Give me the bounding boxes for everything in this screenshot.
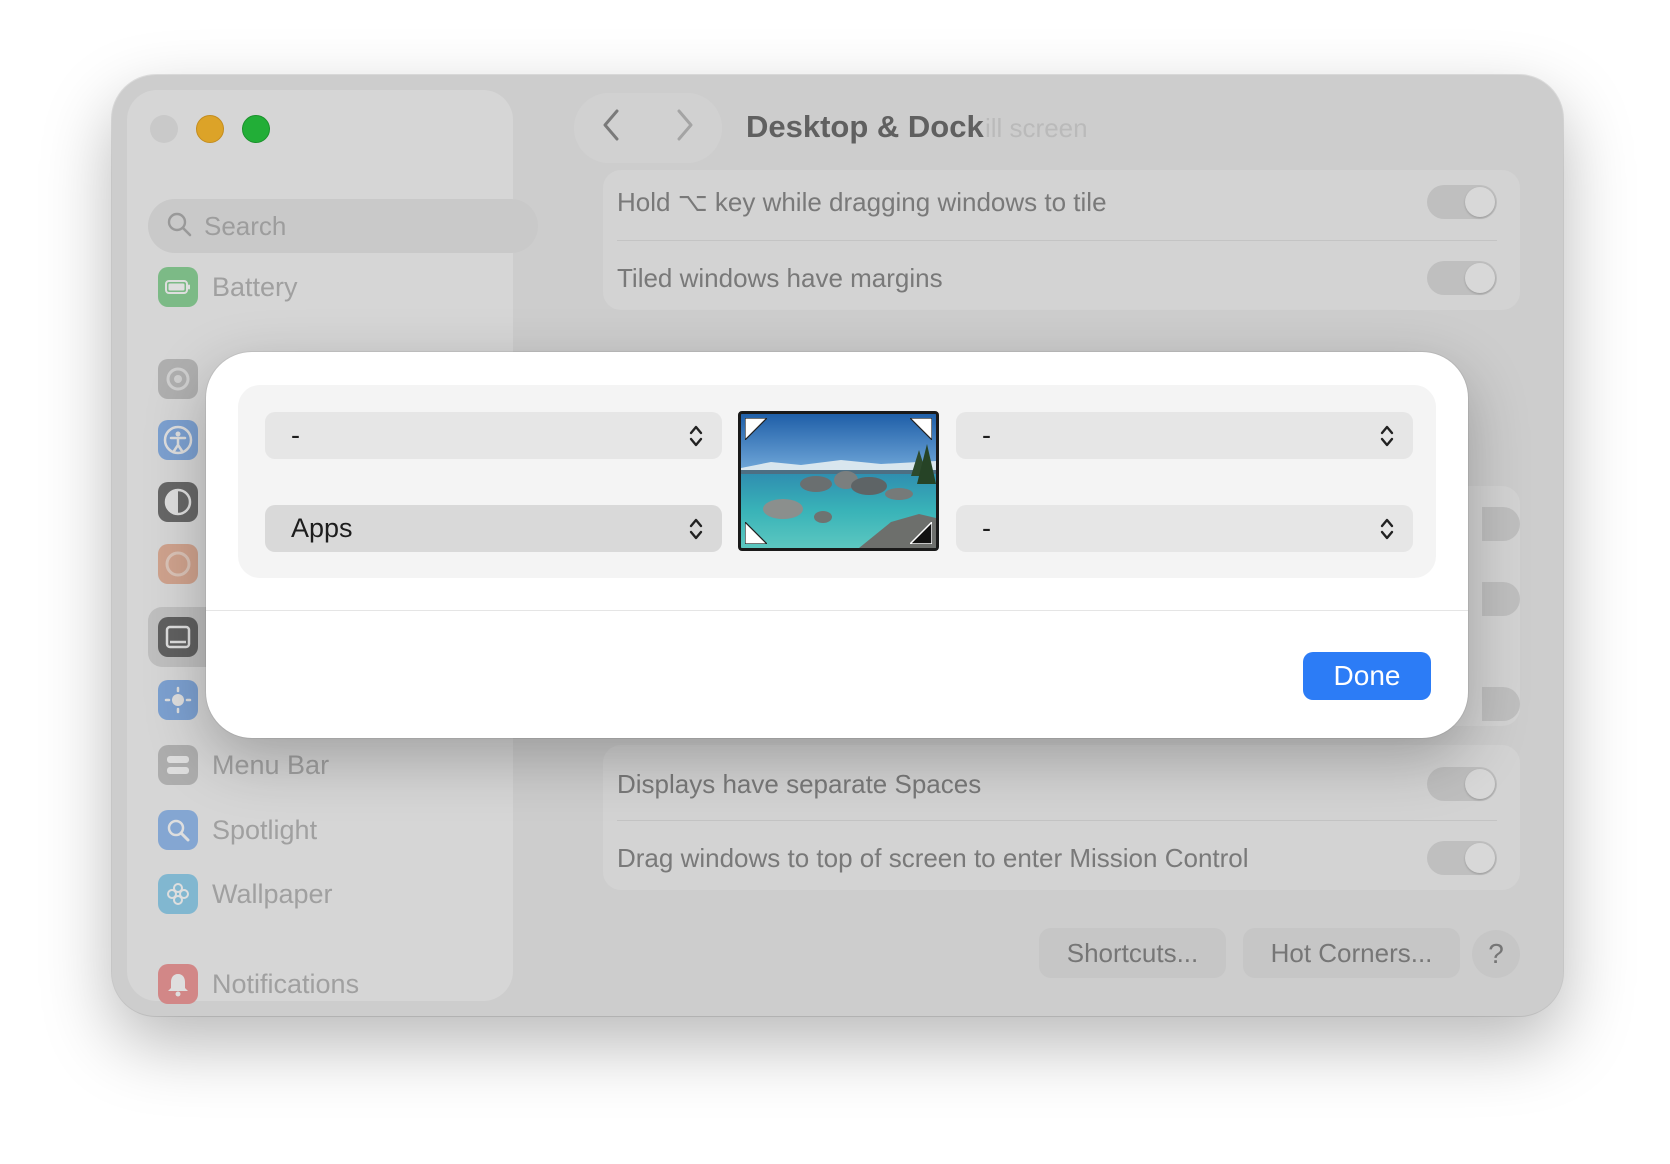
desktop-preview-image bbox=[738, 411, 939, 551]
popup-value: - bbox=[982, 513, 991, 543]
top-right-corner-popup[interactable]: - bbox=[956, 412, 1413, 459]
top-right-corner-marker-icon bbox=[910, 418, 932, 440]
top-left-corner-popup[interactable]: - bbox=[265, 412, 722, 459]
popup-value: - bbox=[982, 420, 991, 450]
top-left-corner-marker-icon bbox=[745, 418, 767, 440]
chevron-up-down-icon bbox=[688, 423, 704, 449]
sheet-divider bbox=[206, 610, 1468, 611]
chevron-up-down-icon bbox=[688, 516, 704, 542]
done-button[interactable]: Done bbox=[1303, 652, 1431, 700]
popup-value: - bbox=[291, 420, 300, 450]
wallpaper-thumbnail bbox=[741, 414, 936, 548]
chevron-up-down-icon bbox=[1379, 423, 1395, 449]
bottom-left-corner-popup[interactable]: Apps bbox=[265, 505, 722, 552]
popup-value: Apps bbox=[291, 513, 353, 543]
bottom-right-corner-popup[interactable]: - bbox=[956, 505, 1413, 552]
bottom-right-corner-marker-icon bbox=[910, 522, 932, 544]
bottom-left-corner-marker-icon bbox=[745, 522, 767, 544]
chevron-up-down-icon bbox=[1379, 516, 1395, 542]
